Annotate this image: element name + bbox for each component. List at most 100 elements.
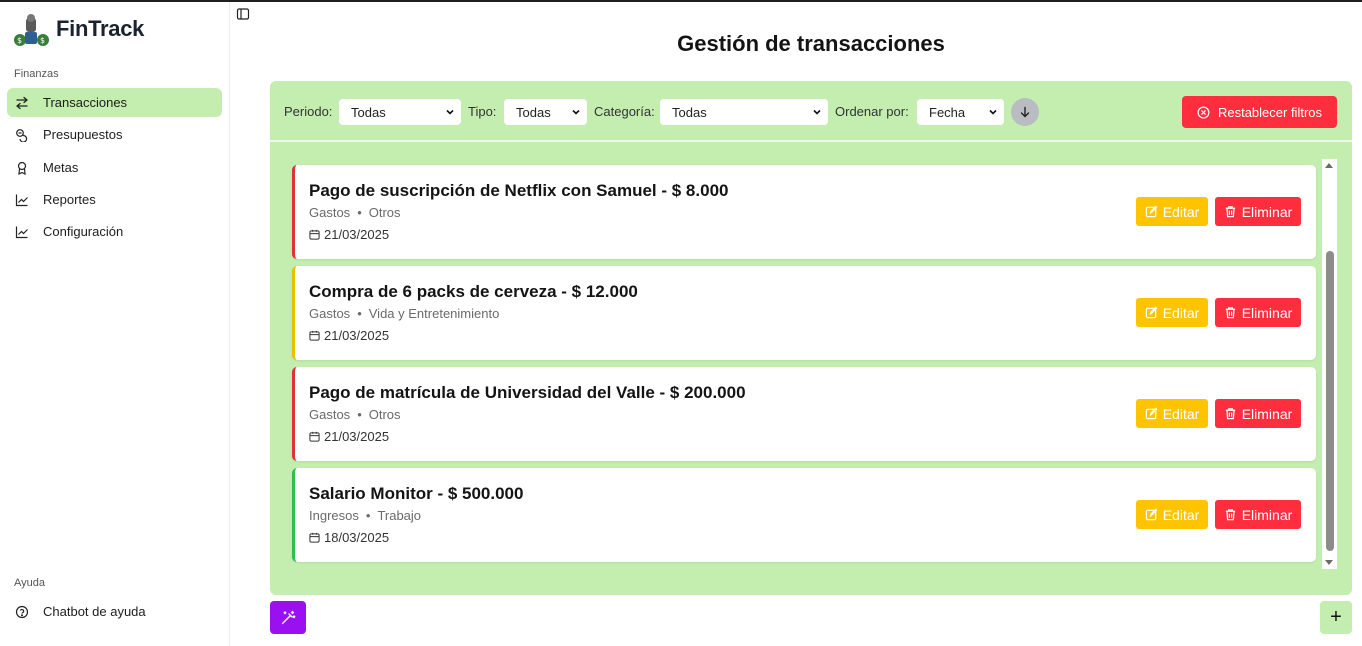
transaction-card: Salario Monitor - $ 500.000 Ingresos • T… <box>292 468 1316 562</box>
categoria-select[interactable]: Todas <box>660 99 828 125</box>
transaction-title: Compra de 6 packs de cerveza - $ 12.000 <box>309 282 638 301</box>
svg-text:$: $ <box>17 36 22 45</box>
chevron-down-icon <box>446 109 454 115</box>
edit-button[interactable]: Editar <box>1136 500 1208 529</box>
sidebar-item-chatbot[interactable]: Chatbot de ayuda <box>7 597 222 626</box>
transaction-card: Compra de 6 packs de cerveza - $ 12.000 … <box>292 266 1316 360</box>
add-transaction-button[interactable]: + <box>1320 601 1352 634</box>
delete-button-label: Eliminar <box>1241 506 1293 523</box>
sidebar-item-label: Chatbot de ayuda <box>43 604 146 619</box>
transaction-meta: Ingresos • Trabajo <box>309 508 421 523</box>
app-name: FinTrack <box>56 16 145 41</box>
sidebar-item-label: Reportes <box>43 192 96 207</box>
edit-icon <box>1145 407 1158 420</box>
tipo-select-value: Todas <box>516 104 551 120</box>
chart-line-icon <box>15 226 28 238</box>
coins-icon <box>16 128 28 142</box>
categoria-label: Categoría: <box>594 104 655 119</box>
sidebar-item-configuracion[interactable]: Configuración <box>7 217 222 246</box>
ordenar-select[interactable]: Fecha <box>917 99 1004 125</box>
periodo-label: Periodo: <box>284 104 333 119</box>
magic-wand-button[interactable] <box>270 601 306 634</box>
periodo-select[interactable]: Todas <box>339 99 461 125</box>
delete-button-label: Eliminar <box>1241 405 1293 422</box>
tipo-select[interactable]: Todas <box>504 99 587 125</box>
transaction-type: Gastos <box>309 306 351 321</box>
sidebar-item-presupuestos[interactable]: Presupuestos <box>7 120 222 149</box>
ordenar-label: Ordenar por: <box>835 104 909 119</box>
brand[interactable]: $ $ FinTrack <box>12 10 144 48</box>
section-label-ayuda: Ayuda <box>14 577 45 589</box>
fintrack-logo-icon: $ $ <box>14 14 49 46</box>
trash-icon <box>1225 408 1235 420</box>
sidebar-item-label: Transacciones <box>43 95 128 110</box>
transaction-meta: Gastos • Otros <box>309 205 401 220</box>
transaction-category: Otros <box>368 407 401 422</box>
transaction-meta: Gastos • Otros <box>309 407 401 422</box>
magic-wand-icon <box>281 610 296 624</box>
meta-separator: • <box>357 205 362 220</box>
edit-button[interactable]: Editar <box>1136 298 1208 327</box>
trash-icon <box>1225 307 1235 319</box>
transaction-type: Ingresos <box>309 508 359 523</box>
transaction-type: Gastos <box>309 205 351 220</box>
transactions-panel: Periodo: Todas Tipo: Todas Categoría: To… <box>270 81 1352 595</box>
sidebar-toggle-icon[interactable] <box>236 7 250 21</box>
transaction-category: Otros <box>368 205 401 220</box>
transaction-card: Pago de suscripción de Netflix con Samue… <box>292 165 1316 259</box>
edit-button-label: Editar <box>1162 304 1200 321</box>
transaction-date-value: 21/03/2025 <box>324 328 390 343</box>
plus-icon: + <box>1330 606 1342 628</box>
sidebar: $ $ FinTrack Finanzas Transacciones Pres… <box>0 2 230 646</box>
sidebar-item-reportes[interactable]: Reportes <box>7 185 222 214</box>
sort-direction-button[interactable] <box>1011 98 1039 126</box>
filter-bar: Periodo: Todas Tipo: Todas Categoría: To… <box>270 81 1352 142</box>
edit-icon <box>1145 508 1158 521</box>
transaction-card: Pago de matrícula de Universidad del Val… <box>292 367 1316 461</box>
help-circle-icon <box>15 605 29 618</box>
transaction-date-value: 21/03/2025 <box>324 429 390 444</box>
list-scrollbar[interactable] <box>1322 159 1337 569</box>
transaction-title: Pago de matrícula de Universidad del Val… <box>309 383 746 402</box>
page-title: Gestión de transacciones <box>677 31 945 56</box>
calendar-icon <box>309 431 320 442</box>
trash-icon <box>1225 206 1235 218</box>
calendar-icon <box>309 532 320 543</box>
edit-button[interactable]: Editar <box>1136 399 1208 428</box>
sidebar-item-label: Configuración <box>43 224 124 239</box>
edit-icon <box>1145 306 1158 319</box>
arrows-left-right-icon <box>15 96 29 109</box>
sidebar-item-label: Presupuestos <box>43 127 123 142</box>
edit-button[interactable]: Editar <box>1136 197 1208 226</box>
meta-separator: • <box>365 508 371 523</box>
ordenar-select-value: Fecha <box>929 104 966 120</box>
delete-button[interactable]: Eliminar <box>1215 500 1301 529</box>
delete-button[interactable]: Eliminar <box>1215 399 1301 428</box>
delete-button-label: Eliminar <box>1241 304 1293 321</box>
chevron-down-icon <box>813 109 821 115</box>
sidebar-item-transacciones[interactable]: Transacciones <box>7 88 222 117</box>
delete-button-label: Eliminar <box>1241 203 1293 220</box>
award-icon <box>17 161 27 175</box>
scrollbar-thumb[interactable] <box>1326 251 1334 551</box>
edit-icon <box>1145 205 1158 218</box>
delete-button[interactable]: Eliminar <box>1215 298 1301 327</box>
periodo-select-value: Todas <box>351 104 386 120</box>
chevron-down-icon <box>572 109 580 115</box>
transaction-list: Pago de suscripción de Netflix con Samue… <box>292 165 1316 565</box>
scroll-up-arrow-icon[interactable] <box>1325 163 1333 168</box>
scroll-down-arrow-icon[interactable] <box>1325 560 1333 565</box>
reset-filters-label: Restablecer filtros <box>1217 104 1323 120</box>
section-label-finanzas: Finanzas <box>14 68 59 80</box>
arrow-down-icon <box>1020 106 1030 118</box>
tipo-label: Tipo: <box>468 104 497 119</box>
edit-button-label: Editar <box>1162 203 1200 220</box>
transaction-date: 21/03/2025 <box>309 328 389 343</box>
meta-separator: • <box>357 407 362 422</box>
transaction-date: 21/03/2025 <box>309 429 389 444</box>
transaction-title: Pago de suscripción de Netflix con Samue… <box>309 181 729 200</box>
trash-icon <box>1225 509 1235 521</box>
delete-button[interactable]: Eliminar <box>1215 197 1301 226</box>
reset-filters-button[interactable]: Restablecer filtros <box>1182 96 1337 128</box>
sidebar-item-metas[interactable]: Metas <box>7 153 222 182</box>
